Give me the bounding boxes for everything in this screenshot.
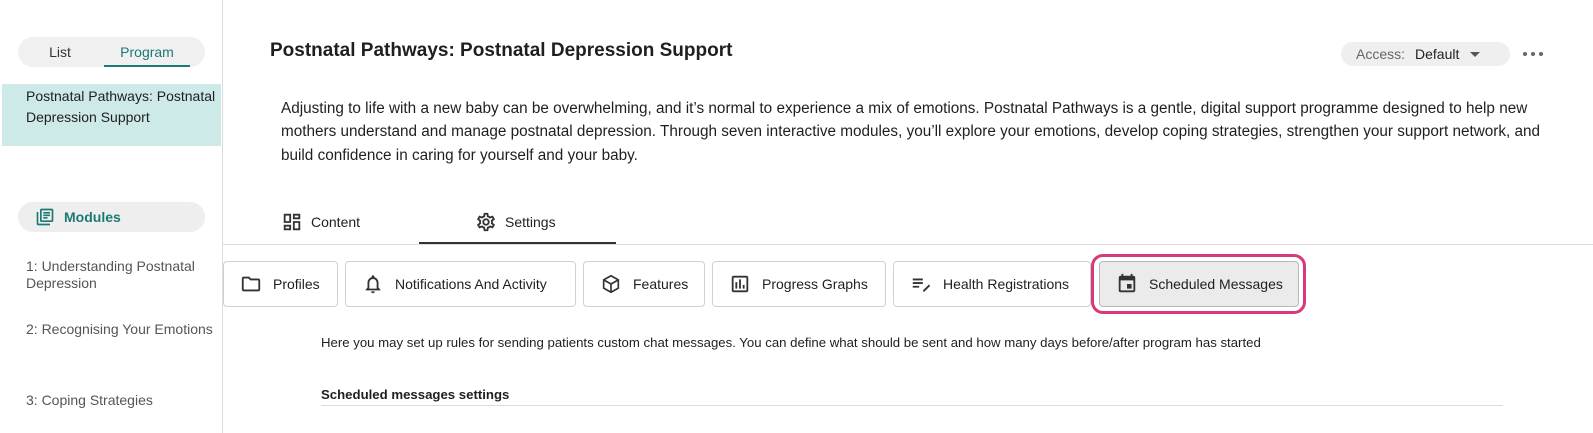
subtab-progress-graphs-label: Progress Graphs xyxy=(762,276,868,292)
toggle-selected-indicator xyxy=(104,65,190,67)
cube-icon xyxy=(602,274,620,294)
edit-list-icon xyxy=(912,278,931,292)
access-dropdown[interactable]: Access: Default xyxy=(1341,42,1510,66)
subtab-profiles-label: Profiles xyxy=(273,276,320,292)
view-toggle: List Program xyxy=(18,37,205,67)
tab-settings[interactable]: Settings xyxy=(475,200,556,244)
library-books-icon xyxy=(36,208,54,226)
section-divider xyxy=(321,405,1503,406)
more-options-icon[interactable] xyxy=(1523,45,1543,63)
calendar-icon xyxy=(1118,273,1136,293)
bell-icon xyxy=(365,275,381,294)
subtab-progress-graphs[interactable]: Progress Graphs xyxy=(712,261,886,307)
sidebar-program-item[interactable]: Postnatal Pathways: Postnatal Depression… xyxy=(2,84,221,146)
toggle-list-option[interactable]: List xyxy=(18,37,102,67)
modules-section-button[interactable]: Modules xyxy=(18,202,205,232)
gear-icon xyxy=(477,212,495,232)
dashboard-icon xyxy=(283,213,301,231)
program-description: Adjusting to life with a new baby can be… xyxy=(281,100,1541,164)
subtab-notifications-and-activity[interactable]: Notifications And Activity xyxy=(345,261,576,307)
access-label: Access: xyxy=(1356,46,1406,62)
sidebar-module-item[interactable]: 3: Coping Strategies xyxy=(26,392,216,409)
tab-content[interactable]: Content xyxy=(281,200,360,244)
page-title: Postnatal Pathways: Postnatal Depression… xyxy=(270,40,733,61)
subtab-features[interactable]: Features xyxy=(583,261,705,307)
caret-down-icon xyxy=(1470,51,1481,57)
subtab-features-label: Features xyxy=(633,276,689,292)
bar-chart-icon xyxy=(731,275,749,293)
subtab-profiles[interactable]: Profiles xyxy=(223,261,338,307)
tab-active-indicator xyxy=(419,242,616,244)
subtab-notifications-label: Notifications And Activity xyxy=(395,276,547,292)
subtab-health-registrations-label: Health Registrations xyxy=(943,276,1070,292)
section-title: Scheduled messages settings xyxy=(321,387,510,402)
toggle-program-option[interactable]: Program xyxy=(104,37,190,67)
tab-settings-label: Settings xyxy=(505,214,556,230)
subtab-scheduled-messages[interactable]: Scheduled Messages xyxy=(1099,261,1299,307)
sidebar: List Program Postnatal Pathways: Postnat… xyxy=(0,0,223,433)
subtab-scheduled-messages-label: Scheduled Messages xyxy=(1149,276,1283,292)
tab-content-label: Content xyxy=(311,214,361,230)
access-value: Default xyxy=(1415,46,1460,62)
modules-label: Modules xyxy=(64,209,121,225)
main-tabs: Content Settings xyxy=(223,200,1593,245)
sidebar-module-item[interactable]: 2: Recognising Your Emotions xyxy=(26,321,216,338)
subtab-health-registrations[interactable]: Health Registrations xyxy=(893,261,1091,307)
folder-icon xyxy=(241,276,261,292)
scheduled-messages-info: Here you may set up rules for sending pa… xyxy=(321,335,1261,350)
sidebar-module-item[interactable]: 1: Understanding Postnatal Depression xyxy=(26,258,216,292)
